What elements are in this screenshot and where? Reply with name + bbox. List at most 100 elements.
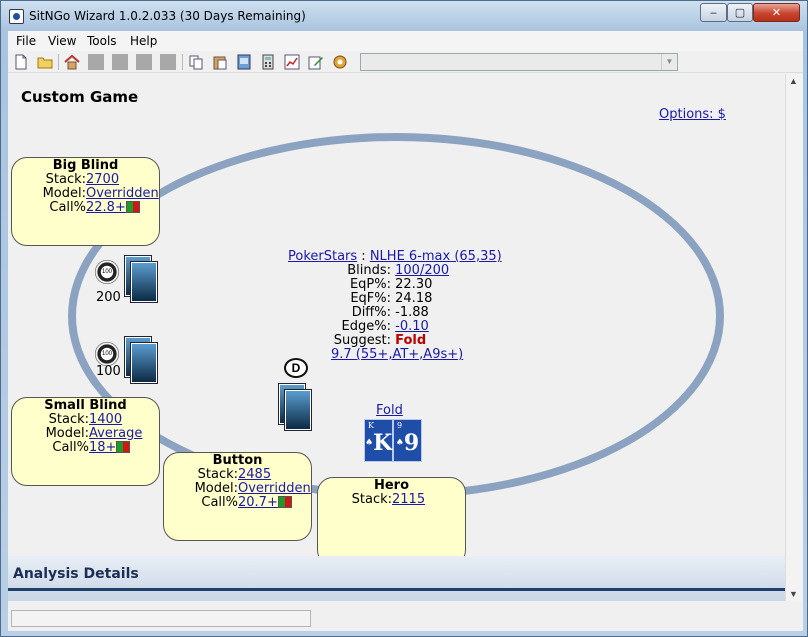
call-label: Call%: [201, 495, 238, 510]
model-link[interactable]: Overridden: [86, 186, 159, 201]
call-link[interactable]: 20.7+: [238, 495, 278, 510]
range-flag-icon[interactable]: [116, 441, 131, 453]
seat-hero[interactable]: Hero Stack:2115: [317, 477, 466, 566]
stack-label: Stack:: [45, 172, 86, 187]
bb-bet-amount: 200: [96, 290, 121, 305]
menu-tools[interactable]: Tools: [87, 34, 117, 48]
range-flag-icon[interactable]: [277, 496, 292, 508]
copy-icon[interactable]: [188, 54, 204, 70]
settings-icon[interactable]: [332, 54, 348, 70]
disabled-icon: [88, 54, 104, 70]
hero-card-nine: 9 ♠9: [393, 419, 422, 462]
main-content: Custom Game Options: $ Big Blind Stack:2…: [8, 74, 785, 601]
stack-label: Stack:: [351, 492, 392, 507]
suggest-value: Fold: [395, 333, 427, 348]
chevron-down-icon[interactable]: ▼: [661, 54, 677, 70]
seat-name: Small Blind: [44, 398, 127, 413]
close-button[interactable]: ✕: [753, 3, 800, 22]
site-link[interactable]: PokerStars: [288, 249, 357, 264]
stack-link[interactable]: 1400: [89, 412, 122, 427]
divider: [8, 588, 785, 591]
blinds-link[interactable]: 100/200: [395, 263, 449, 278]
scroll-up-icon[interactable]: ▲: [789, 76, 798, 86]
new-file-icon[interactable]: [13, 54, 29, 70]
card-suit: ♠: [365, 438, 374, 448]
toolbar: ▼: [8, 51, 803, 73]
title-bar: SitNGo Wizard 1.0.2.033 (30 Days Remaini…: [1, 1, 807, 31]
minimize-button[interactable]: ‒: [700, 3, 727, 22]
diff-value: -1.88: [395, 305, 429, 320]
call-link[interactable]: 18+: [89, 440, 116, 455]
menu-view[interactable]: View: [48, 34, 76, 48]
eqf-value: 24.18: [395, 291, 433, 306]
toolbar-separator: [58, 54, 59, 70]
hero-action-link[interactable]: Fold: [376, 403, 403, 418]
site-separator: :: [357, 249, 370, 264]
scroll-down-icon[interactable]: ▼: [789, 589, 798, 599]
menu-help[interactable]: Help: [130, 34, 157, 48]
range-flag-icon[interactable]: [125, 201, 140, 213]
disabled-icon: [136, 54, 152, 70]
vertical-scrollbar[interactable]: ▲ ▼: [785, 74, 803, 601]
stack-link[interactable]: 2485: [238, 467, 271, 482]
profile-combo[interactable]: ▼: [360, 53, 678, 71]
window-title: SitNGo Wizard 1.0.2.033 (30 Days Remaini…: [29, 9, 306, 23]
model-link[interactable]: Overridden: [238, 481, 311, 496]
call-label: Call%: [52, 440, 89, 455]
app-window: SitNGo Wizard 1.0.2.033 (30 Days Remaini…: [0, 0, 808, 637]
screenshot-icon[interactable]: [236, 54, 252, 70]
seat-name: Button: [212, 453, 263, 468]
seat-big-blind[interactable]: Big Blind Stack:2700 Model:Overridden Ca…: [11, 157, 160, 246]
status-field: [11, 610, 311, 627]
edit-icon[interactable]: [308, 54, 324, 70]
sb-bet-amount: 100: [96, 364, 121, 379]
seat-small-blind[interactable]: Small Blind Stack:1400 Model:Average Cal…: [11, 397, 160, 486]
game-info: PokerStars : NLHE 6-max (65,35) Blinds: …: [258, 250, 528, 362]
menu-bar: File View Tools Help: [8, 31, 803, 51]
card-corner: K: [368, 421, 374, 430]
disabled-icon: [160, 54, 176, 70]
stack-link[interactable]: 2700: [86, 172, 119, 187]
home-icon[interactable]: [64, 54, 80, 70]
chip-icon: 100: [95, 260, 119, 284]
hero-card-king: K ♠K: [364, 419, 393, 462]
card-back-icon: [130, 342, 158, 384]
card-corner: 9: [397, 421, 403, 430]
card-rank: 9: [403, 430, 420, 456]
app-icon: [9, 9, 24, 24]
maximize-button[interactable]: ▢: [727, 3, 753, 22]
client-area: File View Tools Help ▼ Custom Game Optio…: [8, 31, 803, 631]
analysis-details-header[interactable]: Analysis Details: [8, 556, 785, 601]
model-label: Model:: [42, 186, 86, 201]
eqp-value: 22.30: [395, 277, 433, 292]
call-label: Call%: [49, 200, 86, 215]
paste-icon[interactable]: [212, 54, 228, 70]
model-link[interactable]: Average: [89, 426, 142, 441]
stack-label: Stack:: [197, 467, 238, 482]
diff-label: Diff%:: [351, 305, 391, 320]
card-rank: K: [373, 430, 393, 456]
range-link[interactable]: 9.7 (55+,AT+,A9s+): [331, 347, 463, 362]
calculator-icon[interactable]: [260, 54, 276, 70]
seat-name: Hero: [373, 478, 410, 493]
menu-file[interactable]: File: [16, 34, 36, 48]
blinds-label: Blinds:: [347, 263, 391, 278]
suggest-label: Suggest:: [333, 333, 391, 348]
stack-label: Stack:: [48, 412, 89, 427]
eqp-label: EqP%:: [349, 277, 391, 292]
card-suit: ♠: [395, 438, 404, 448]
game-type-link[interactable]: NLHE 6-max (65,35): [370, 249, 502, 264]
model-label: Model:: [194, 481, 238, 496]
edge-link[interactable]: -0.10: [395, 319, 429, 334]
eqf-label: EqF%:: [350, 291, 391, 306]
stack-link[interactable]: 2115: [392, 492, 425, 507]
seat-name: Big Blind: [52, 158, 119, 173]
options-link[interactable]: Options: $: [659, 107, 726, 122]
call-link[interactable]: 22.8+: [86, 200, 126, 215]
chart-icon[interactable]: [284, 54, 300, 70]
page-title: Custom Game: [21, 88, 139, 106]
open-folder-icon[interactable]: [37, 54, 53, 70]
toolbar-separator: [182, 54, 183, 70]
seat-button[interactable]: Button Stack:2485 Model:Overridden Call%…: [163, 452, 312, 541]
disabled-icon: [112, 54, 128, 70]
